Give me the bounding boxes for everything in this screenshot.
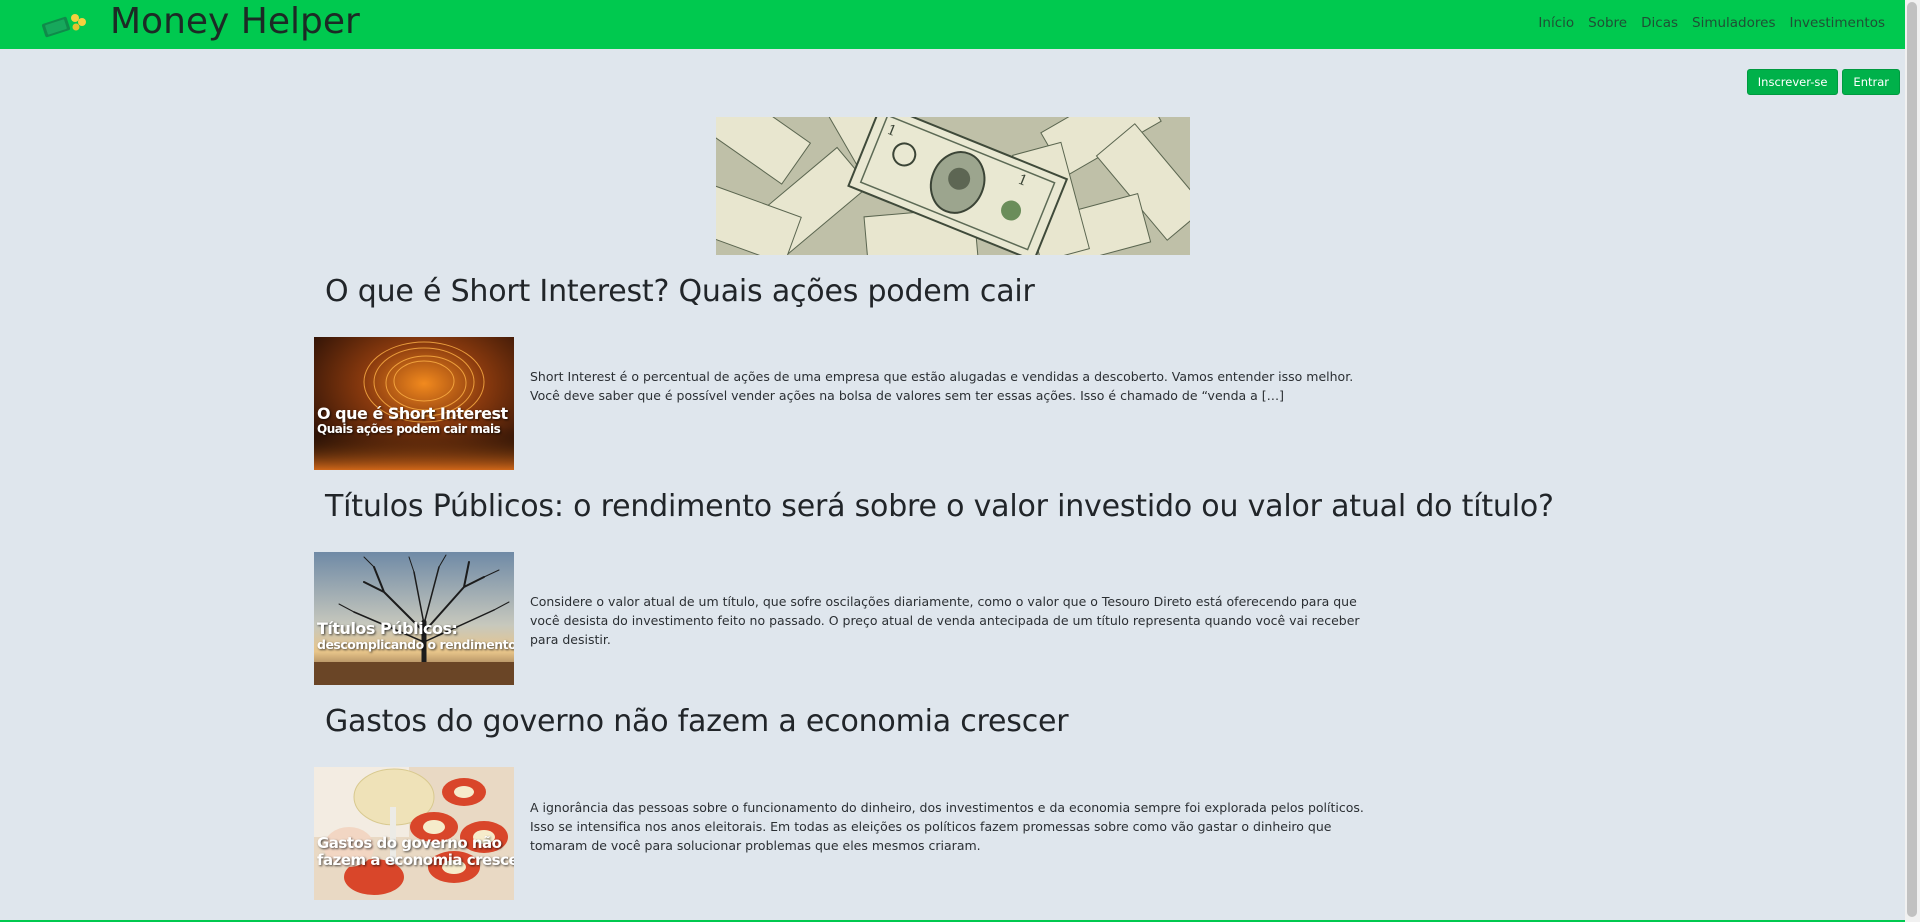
post-excerpt: Short Interest é o percentual de ações d… — [530, 369, 1354, 403]
hero-banner-image: 1 1 — [716, 117, 1190, 255]
thumbnail-caption-line1: Títulos Públicos: — [317, 619, 458, 638]
post-title[interactable]: Gastos do governo não fazem a economia c… — [325, 704, 1069, 739]
post-thumbnail[interactable]: Gastos do governo não fazem a economia c… — [314, 767, 514, 900]
top-navbar: Money Helper Início Sobre Dicas Simulado… — [0, 0, 1905, 49]
login-button[interactable]: Entrar — [1842, 69, 1900, 95]
nav-sobre[interactable]: Sobre — [1588, 15, 1627, 31]
scrollbar-thumb[interactable] — [1907, 2, 1917, 917]
main-nav: Início Sobre Dicas Simuladores Investime… — [1538, 0, 1885, 46]
post-title[interactable]: O que é Short Interest? Quais ações pode… — [325, 274, 1035, 309]
post-excerpt: A ignorância das pessoas sobre o funcion… — [530, 800, 1364, 853]
nav-inicio[interactable]: Início — [1538, 15, 1574, 31]
post-title[interactable]: Títulos Públicos: o rendimento será sobr… — [325, 489, 1554, 524]
thumbnail-caption-line2: fazem a economia crescer — [317, 851, 514, 869]
auth-buttons: Inscrever-se Entrar — [1746, 69, 1900, 95]
post-thumbnail[interactable]: Títulos Públicos: descomplicando o rendi… — [314, 552, 514, 685]
page-scrollbar[interactable] — [1905, 0, 1920, 922]
post-thumbnail[interactable]: O que é Short Interest Quais ações podem… — [314, 337, 514, 470]
nav-investimentos[interactable]: Investimentos — [1789, 15, 1885, 31]
money-logo-icon[interactable] — [40, 8, 90, 40]
thumbnail-caption-line2: Quais ações podem cair mais — [317, 422, 501, 436]
brand-title[interactable]: Money Helper — [110, 0, 360, 44]
thumbnail-caption-line2: descomplicando o rendimento — [317, 637, 514, 652]
thumbnail-caption-line1: Gastos do governo não — [317, 834, 502, 852]
nav-dicas[interactable]: Dicas — [1641, 15, 1678, 31]
signup-button[interactable]: Inscrever-se — [1746, 69, 1839, 95]
thumbnail-caption-line1: O que é Short Interest — [317, 404, 508, 423]
nav-simuladores[interactable]: Simuladores — [1692, 15, 1775, 31]
post-excerpt: Considere o valor atual de um título, qu… — [530, 594, 1360, 647]
